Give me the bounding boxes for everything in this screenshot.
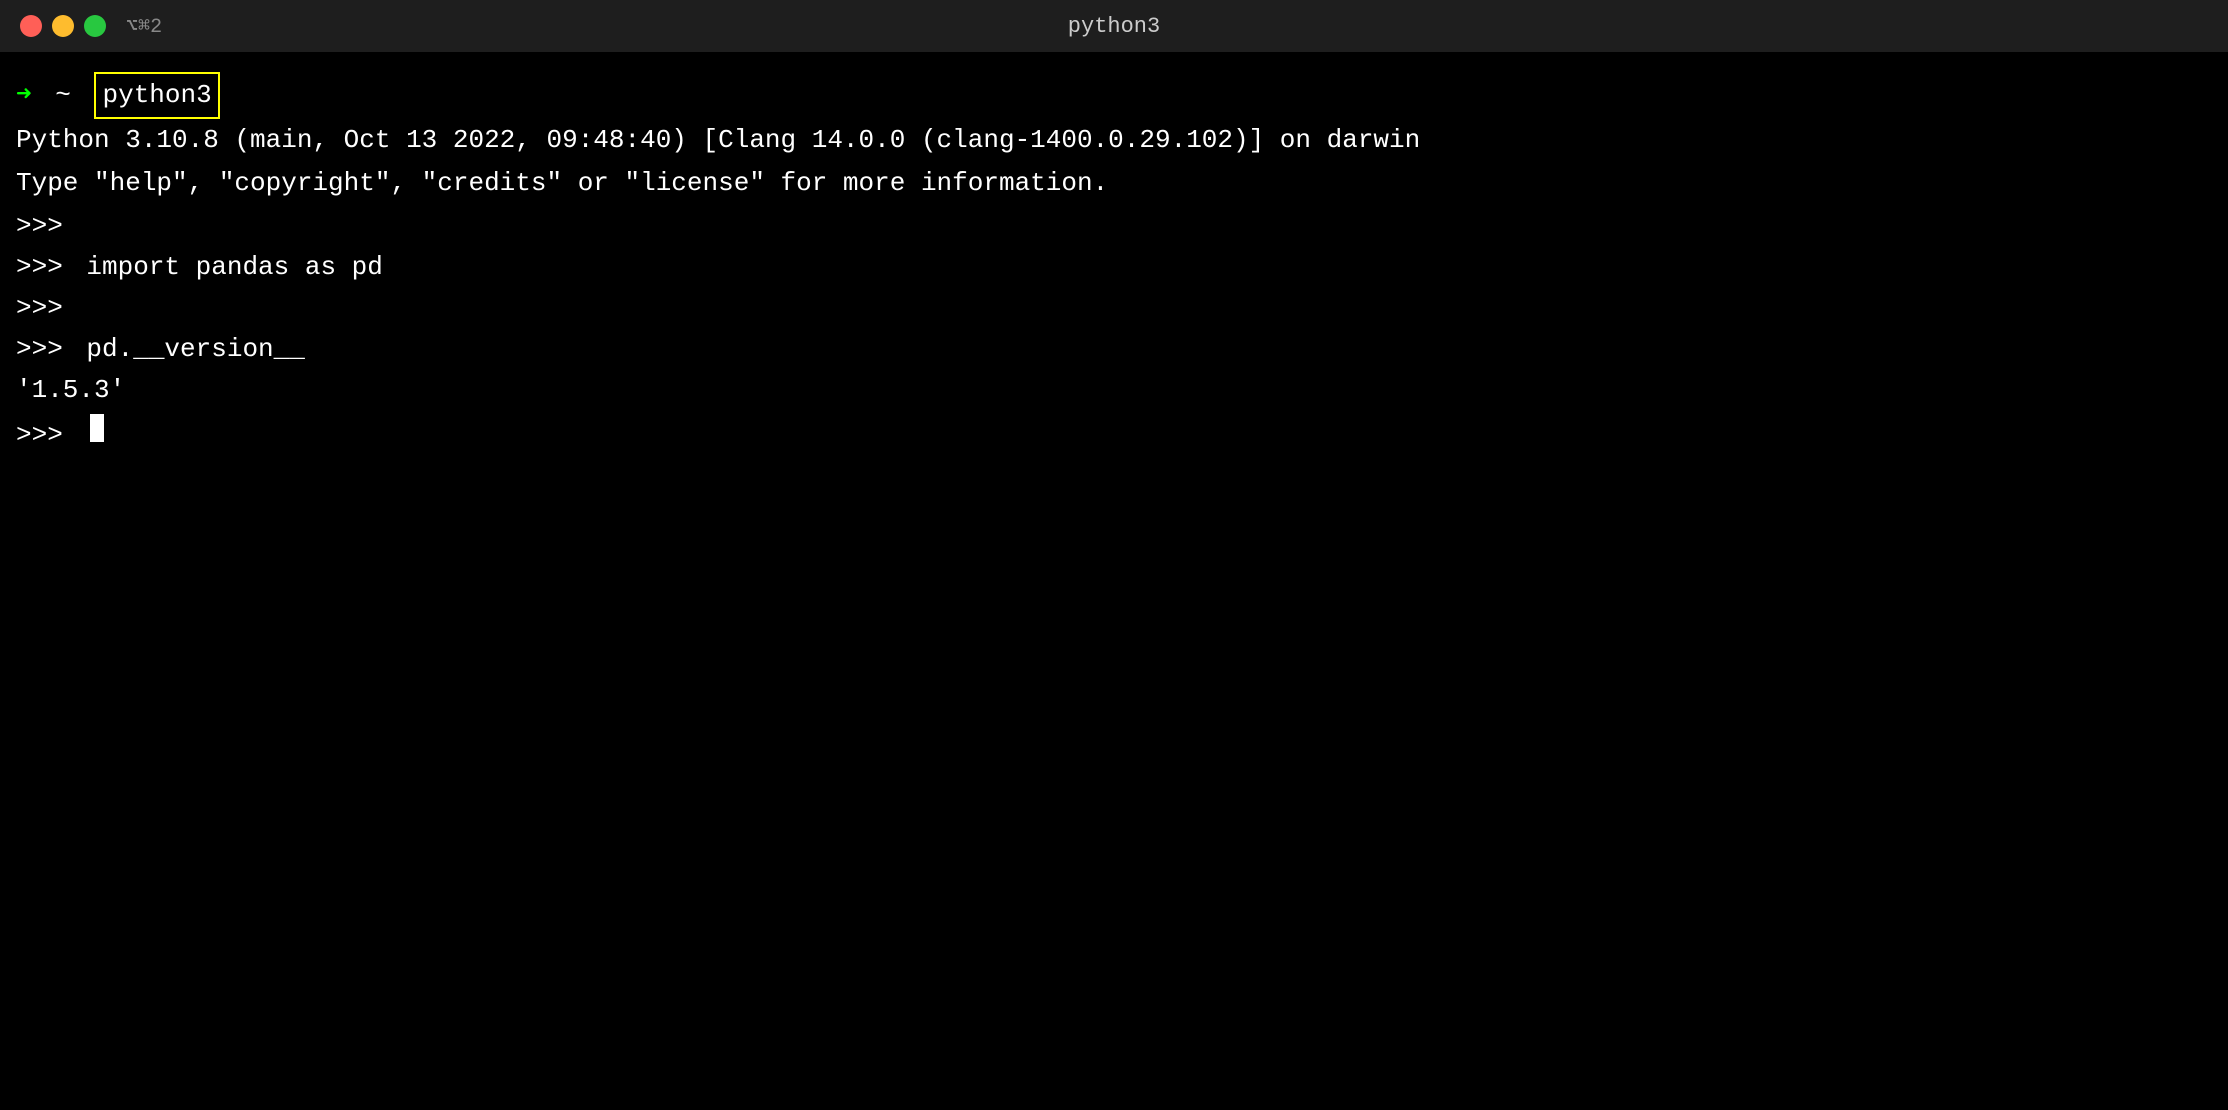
python-prompt-3: >>>	[16, 289, 63, 328]
tilde-symbol: ~	[40, 76, 71, 115]
shell-arrow: ➜	[16, 76, 32, 115]
traffic-lights	[20, 15, 106, 37]
python-version-line: Python 3.10.8 (main, Oct 13 2022, 09:48:…	[16, 121, 1420, 160]
terminal-cursor	[90, 414, 104, 442]
minimize-button[interactable]	[52, 15, 74, 37]
python-prompt-2: >>>	[16, 248, 63, 287]
import-pandas-command: import pandas as pd	[86, 248, 382, 287]
version-output: '1.5.3'	[16, 371, 125, 410]
terminal-window: ⌥⌘2 python3 ➜ ~ python3 Python 3.10.8 (m…	[0, 0, 2228, 1110]
initial-prompt-line: ➜ ~ python3	[16, 72, 2212, 119]
python-help-line: Type "help", "copyright", "credits" or "…	[16, 164, 1108, 203]
maximize-button[interactable]	[84, 15, 106, 37]
shortcut-label: ⌥⌘2	[126, 13, 162, 39]
empty-prompt-2: >>>	[16, 289, 2212, 328]
terminal-content[interactable]: ➜ ~ python3 Python 3.10.8 (main, Oct 13 …	[0, 52, 2228, 1110]
python3-command: python3	[94, 72, 219, 119]
window-title: python3	[1068, 14, 1160, 39]
empty-prompt-1: >>>	[16, 207, 2212, 246]
close-button[interactable]	[20, 15, 42, 37]
title-bar: ⌥⌘2 python3	[0, 0, 2228, 52]
version-command-line: >>> pd.__version__	[16, 330, 2212, 369]
import-pandas-line: >>> import pandas as pd	[16, 248, 2212, 287]
python-prompt-1: >>>	[16, 207, 63, 246]
output-line-1: Python 3.10.8 (main, Oct 13 2022, 09:48:…	[16, 121, 2212, 162]
final-prompt-line[interactable]: >>>	[16, 414, 2212, 455]
python-prompt-4: >>>	[16, 330, 63, 369]
version-command: pd.__version__	[86, 330, 304, 369]
output-line-2: Type "help", "copyright", "credits" or "…	[16, 164, 2212, 205]
python-prompt-5: >>>	[16, 416, 63, 455]
version-output-line: '1.5.3'	[16, 371, 2212, 412]
